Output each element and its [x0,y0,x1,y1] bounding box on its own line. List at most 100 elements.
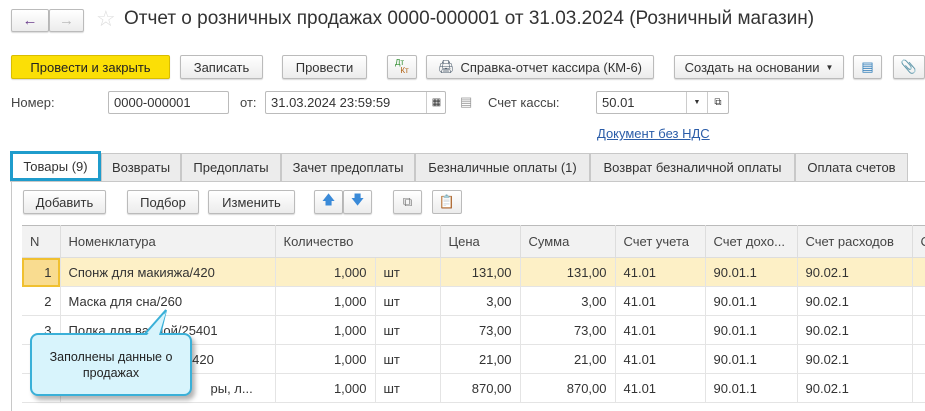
cell-account[interactable]: 41.01 [615,286,706,316]
cell-expense-account[interactable]: 90.02.1 [797,344,913,374]
col-sum[interactable]: Сумма [520,225,616,258]
col-account[interactable]: Счет учета [615,225,706,258]
callout-tail-fill [147,312,166,335]
cell-price[interactable]: 21,00 [440,344,521,374]
cell-empty[interactable] [912,344,925,374]
cell-expense-account[interactable]: 90.02.1 [797,373,913,403]
tab-invoice-payments[interactable]: Оплата счетов [795,153,908,181]
page-title: Отчет о розничных продажах 0000-000001 о… [124,8,815,29]
cell-price[interactable]: 131,00 [440,257,521,287]
cell-unit[interactable]: шт [375,315,441,345]
col-more[interactable]: С [912,225,925,258]
dt-kt-button[interactable]: Дт Кт [387,55,417,79]
move-down-button[interactable]: 🡇 [343,190,372,214]
cash-account-label: Счет кассы: [488,95,560,110]
col-item[interactable]: Номенклатура [60,225,276,258]
cell-item-name[interactable]: Спонж для макияжа/420 [60,257,276,287]
cell-account[interactable]: 41.01 [615,315,706,345]
cell-empty[interactable] [912,286,925,316]
col-expense-account[interactable]: Счет расходов [797,225,913,258]
cell-expense-account[interactable]: 90.02.1 [797,286,913,316]
cell-empty[interactable] [912,257,925,287]
list-icon[interactable]: ▤ [460,94,472,110]
post-button[interactable]: Провести [282,55,367,79]
open-icon[interactable]: ⧉ [707,92,728,113]
forward-button[interactable]: → [49,9,84,32]
dropdown-icon[interactable]: ▼ [686,92,707,113]
print-km6-button[interactable]: 🖨 Справка-отчет кассира (КМ-6) [426,55,654,79]
calendar-icon[interactable]: ▦ [426,92,446,113]
vat-link[interactable]: Документ без НДС [597,126,710,141]
col-price[interactable]: Цена [440,225,521,258]
cell-unit[interactable]: шт [375,344,441,374]
cell-empty[interactable] [912,315,925,345]
edit-button[interactable]: Изменить [208,190,295,214]
save-button[interactable]: Записать [180,55,263,79]
copy-button[interactable]: ⧉ [393,190,422,214]
cell-income-account[interactable]: 90.01.1 [705,257,798,287]
col-qty[interactable]: Количество [275,225,441,258]
tab-returns[interactable]: Возвраты [101,153,181,181]
paste-button: 📋 [432,190,462,214]
cell-income-account[interactable]: 90.01.1 [705,286,798,316]
print-km6-label: Справка-отчет кассира (КМ-6) [460,59,643,75]
select-button[interactable]: Подбор [127,190,199,214]
tab-cashless-returns[interactable]: Возврат безналичной оплаты [590,153,795,181]
cell-quantity[interactable]: 1,000 [275,344,376,374]
post-and-close-button[interactable]: Провести и закрыть [11,55,170,79]
add-button[interactable]: Добавить [23,190,106,214]
create-based-on-button[interactable]: Создать на основании ▼ [674,55,844,79]
cell-row-number[interactable]: 1 [22,257,61,287]
cell-account[interactable]: 41.01 [615,344,706,374]
tab-cashless-payments[interactable]: Безналичные оплаты (1) [415,153,590,181]
tabs-baseline [10,181,925,182]
cell-unit[interactable]: шт [375,286,441,316]
cell-quantity[interactable]: 1,000 [275,373,376,403]
number-label: Номер: [11,95,55,110]
tab-prepayments[interactable]: Предоплаты [181,153,281,181]
tab-prepayment-offset[interactable]: Зачет предоплаты [281,153,415,181]
cell-income-account[interactable]: 90.01.1 [705,315,798,345]
cell-account[interactable]: 41.01 [615,257,706,287]
cell-empty[interactable] [912,373,925,403]
cell-quantity[interactable]: 1,000 [275,286,376,316]
cell-unit[interactable]: шт [375,373,441,403]
table-row[interactable]: 1 Спонж для макияжа/420 1,000 шт 131,00 131,0… [22,257,925,287]
date-field[interactable]: 31.03.2024 23:59:59 [265,91,446,114]
cell-income-account[interactable]: 90.01.1 [705,344,798,374]
cell-sum[interactable]: 3,00 [520,286,616,316]
cell-sum[interactable]: 21,00 [520,344,616,374]
cell-quantity[interactable]: 1,000 [275,257,376,287]
cell-expense-account[interactable]: 90.02.1 [797,315,913,345]
date-label: от: [240,95,257,110]
cell-income-account[interactable]: 90.01.1 [705,373,798,403]
cell-price[interactable]: 73,00 [440,315,521,345]
cell-unit[interactable]: шт [375,257,441,287]
number-field[interactable]: 0000-000001 [108,91,229,114]
chevron-down-icon: ▼ [825,62,834,72]
callout-note: Заполнены данные о продажах [30,333,192,396]
cell-row-number[interactable]: 2 [22,286,61,316]
structure-button[interactable]: ▤ [853,55,882,79]
cell-quantity[interactable]: 1,000 [275,315,376,345]
printer-icon: 🖨 [437,59,455,74]
cell-price[interactable]: 870,00 [440,373,521,403]
attach-button[interactable]: 📎 [893,55,925,79]
col-income-account[interactable]: Счет дохо... [705,225,798,258]
callout-text: Заполнены данные о продажах [49,349,173,380]
table-header: N Номенклатура Количество Цена Сумма Сче… [22,225,925,258]
cell-sum[interactable]: 870,00 [520,373,616,403]
cell-price[interactable]: 3,00 [440,286,521,316]
cell-account[interactable]: 41.01 [615,373,706,403]
tab-goods[interactable]: Товары (9) [10,151,101,181]
back-button[interactable]: ← [11,9,49,32]
col-n[interactable]: N [22,225,61,258]
kt-label: Кт [400,66,409,75]
favorite-star-icon[interactable]: ☆ [96,6,116,32]
move-up-button[interactable]: 🡅 [314,190,343,214]
cell-expense-account[interactable]: 90.02.1 [797,257,913,287]
create-based-on-label: Создать на основании [684,59,820,75]
panel-left-border [11,181,12,411]
cell-sum[interactable]: 73,00 [520,315,616,345]
cell-sum[interactable]: 131,00 [520,257,616,287]
